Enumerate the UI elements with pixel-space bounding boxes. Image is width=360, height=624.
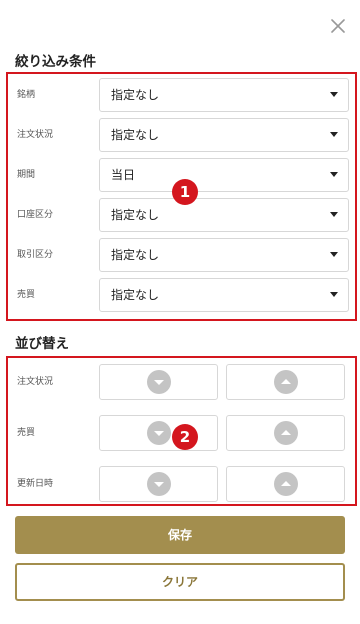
filter-label: 取引区分 [17, 250, 54, 260]
sort-ascending-button[interactable] [226, 466, 345, 502]
select-value: 当日 [111, 168, 136, 182]
filter-section-title: 絞り込み条件 [15, 54, 96, 70]
caret-down-icon [330, 212, 338, 217]
sort-row-order-status: 注文状況 [8, 364, 355, 400]
sort-label: 更新日時 [17, 479, 54, 489]
select-value: 指定なし [111, 208, 160, 222]
sort-ascending-icon [273, 421, 298, 445]
period-select[interactable]: 当日 [99, 158, 349, 192]
filter-label: 期間 [17, 170, 36, 180]
select-value: 指定なし [111, 88, 160, 102]
caret-down-icon [330, 292, 338, 297]
trade-type-select[interactable]: 指定なし [99, 238, 349, 272]
buy-sell-select[interactable]: 指定なし [99, 278, 349, 312]
save-button[interactable]: 保存 [15, 516, 345, 554]
caret-down-icon [330, 172, 338, 177]
caret-down-icon [330, 132, 338, 137]
annotation-badge-1: 1 [172, 179, 198, 205]
sort-label: 注文状況 [17, 377, 54, 387]
sort-descending-icon [146, 370, 171, 394]
filter-label: 注文状況 [17, 130, 54, 140]
sort-row-updated-time: 更新日時 [8, 466, 355, 502]
sort-highlight-box: 注文状況 売買 更新日時 2 [6, 356, 357, 506]
filter-label: 口座区分 [17, 210, 54, 220]
select-value: 指定なし [111, 248, 160, 262]
filter-label: 銘柄 [17, 90, 36, 100]
sort-label: 売買 [17, 428, 36, 438]
order-status-select[interactable]: 指定なし [99, 118, 349, 152]
sort-descending-icon [146, 472, 171, 496]
select-value: 指定なし [111, 288, 160, 302]
sort-ascending-icon [273, 472, 298, 496]
filter-label: 売買 [17, 290, 36, 300]
filter-highlight-box: 銘柄 指定なし 注文状況 指定なし 期間 当日 口座区分 指定なし 取引区分 指… [6, 72, 357, 321]
sort-section-title: 並び替え [15, 336, 69, 352]
sort-descending-button[interactable] [99, 364, 218, 400]
caret-down-icon [330, 252, 338, 257]
sort-ascending-button[interactable] [226, 415, 345, 451]
sort-ascending-button[interactable] [226, 364, 345, 400]
close-button[interactable] [326, 14, 350, 38]
brand-select[interactable]: 指定なし [99, 78, 349, 112]
caret-down-icon [330, 92, 338, 97]
filter-row-order-status: 注文状況 指定なし [8, 118, 355, 152]
account-type-select[interactable]: 指定なし [99, 198, 349, 232]
sort-descending-icon [146, 421, 171, 445]
sort-ascending-icon [273, 370, 298, 394]
sort-descending-button[interactable] [99, 415, 218, 451]
filter-row-brand: 銘柄 指定なし [8, 78, 355, 112]
sort-descending-button[interactable] [99, 466, 218, 502]
clear-button[interactable]: クリア [15, 563, 345, 601]
filter-row-buy-sell: 売買 指定なし [8, 278, 355, 312]
filter-row-trade-type: 取引区分 指定なし [8, 238, 355, 272]
annotation-badge-2: 2 [172, 424, 198, 450]
close-icon [331, 19, 345, 33]
select-value: 指定なし [111, 128, 160, 142]
